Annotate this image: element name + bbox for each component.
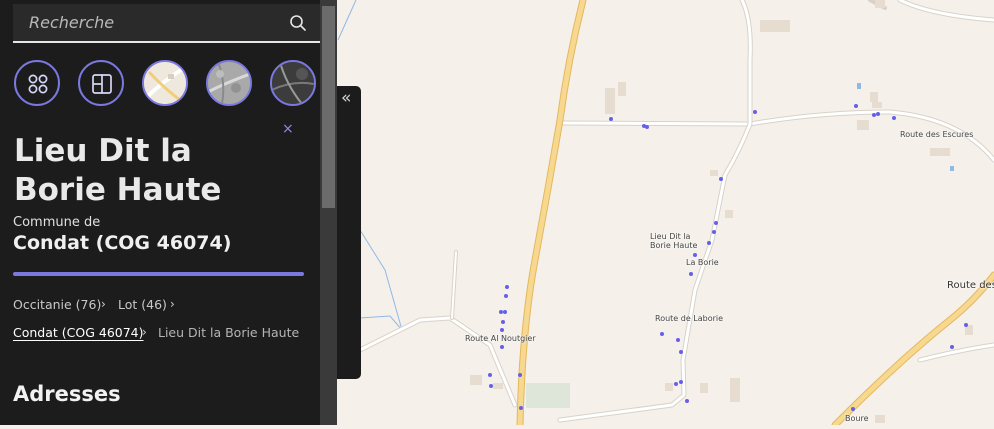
section-addresses-heading: Adresses [13, 382, 121, 406]
map-label-route-de-laborie: Route de Laborie [655, 314, 724, 323]
map-label-lieu-dit-line1: Lieu Dit la [650, 232, 691, 241]
map-label-la-borie: La Borie [686, 258, 719, 267]
side-panel: × Lieu Dit la Borie Haute Commune de Con… [0, 0, 320, 425]
double-chevron-left-icon[interactable]: « [341, 90, 351, 107]
layers-menu-button[interactable] [14, 60, 60, 106]
map-label-route-des-escures: Route des Escures [900, 130, 974, 139]
panel-scrollbar-thumb[interactable] [322, 6, 335, 208]
map-label-boure: Boure [845, 414, 869, 423]
commune-prefix: Commune de [13, 215, 101, 230]
map-label-route-al-noutgier: Route Al Noutgier [465, 334, 536, 343]
plan-icon [92, 74, 112, 94]
search-input[interactable] [13, 4, 283, 41]
satellite-photo-icon [272, 62, 314, 104]
place-title: Lieu Dit la Borie Haute [14, 133, 222, 208]
chevron-right-icon: › [101, 297, 106, 311]
plan-layer-button[interactable] [78, 60, 124, 106]
photo-gray-thumbnail[interactable] [206, 60, 252, 106]
chevron-right-icon: › [170, 297, 175, 311]
plan-ign-thumbnail[interactable] [142, 60, 188, 106]
search-bar [13, 4, 320, 43]
search-icon[interactable] [289, 14, 307, 32]
photo-dark-thumbnail[interactable] [270, 60, 316, 106]
map-thumbnail-icon [144, 62, 186, 104]
chevron-right-icon: › [142, 325, 147, 339]
breadcrumb-current: Lieu Dit la Borie Haute [158, 325, 300, 340]
map-label-route-des-right: Route des [947, 280, 994, 291]
panel-collapse-tab[interactable]: « [337, 86, 361, 379]
aerial-photo-icon [208, 62, 250, 104]
map-label-lieu-dit-line2: Borie Haute [650, 241, 698, 250]
breadcrumb-region[interactable]: Occitanie (76) [13, 297, 101, 312]
breadcrumb-department[interactable]: Lot (46) [118, 297, 167, 312]
accent-divider [13, 272, 304, 276]
commune-name: Condat (COG 46074) [13, 232, 232, 254]
grid-circles-icon [28, 74, 48, 94]
breadcrumb-commune[interactable]: Condat (COG 46074) [13, 325, 144, 340]
